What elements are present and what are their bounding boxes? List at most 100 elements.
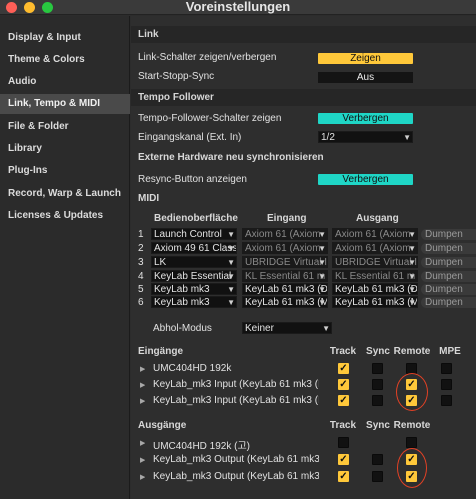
sidebar-item-record-warp-launch[interactable]: Record, Warp & Launch <box>0 184 130 204</box>
outputs-col-sync: Sync <box>366 420 390 431</box>
midi-output-value: KeyLab 61 mk3 (M <box>335 297 418 308</box>
midi-output-select[interactable]: UBRIDGE Virtual I ▼ <box>332 256 418 268</box>
output-track-checkbox[interactable]: ✓ <box>338 454 349 465</box>
output-sync-checkbox[interactable] <box>372 471 383 482</box>
input-track-checkbox[interactable]: ✓ <box>338 395 349 406</box>
input-track-checkbox[interactable]: ✓ <box>338 363 349 374</box>
control-surface-select[interactable]: KeyLab Essential ▼ <box>151 270 237 282</box>
midi-input-select[interactable]: KL Essential 61 m ▼ <box>242 270 328 282</box>
takeover-mode-select[interactable]: Keiner ▼ <box>242 322 332 334</box>
midi-input-select[interactable]: Axiom 61 (Axiom ▼ <box>242 228 328 240</box>
control-surface-select[interactable]: KeyLab mk3 ▼ <box>151 283 237 295</box>
sidebar-item-theme-colors[interactable]: Theme & Colors <box>0 50 130 70</box>
chevron-down-icon: ▼ <box>318 230 326 239</box>
midi-output-value: Axiom 61 (Axiom <box>335 243 411 254</box>
section-header-tempo-follower: Tempo Follower <box>131 89 476 106</box>
midi-input-value: KeyLab 61 mk3 (M <box>245 297 328 308</box>
output-track-checkbox[interactable]: ✓ <box>338 471 349 482</box>
output-port-name: UMC404HD 192k (고) <box>153 441 251 452</box>
midi-input-select[interactable]: UBRIDGE Virtual I ▼ <box>242 256 328 268</box>
takeover-mode-label: Abhol-Modus <box>153 323 212 334</box>
midi-input-select[interactable]: Axiom 61 (Axiom ▼ <box>242 242 328 254</box>
sidebar-item-file-folder[interactable]: File & Folder <box>0 117 130 137</box>
chevron-down-icon: ▼ <box>318 272 326 281</box>
chevron-down-icon: ▼ <box>318 258 326 267</box>
sidebar-item-link-tempo-midi[interactable]: Link, Tempo & MIDI <box>0 94 130 114</box>
input-sync-checkbox[interactable] <box>372 363 383 374</box>
input-mpe-checkbox[interactable] <box>441 395 452 406</box>
sidebar-item-licenses-updates[interactable]: Licenses & Updates <box>0 206 130 226</box>
dump-button[interactable]: Dumpen <box>421 257 476 268</box>
link-toggle-button[interactable]: Zeigen <box>318 53 413 64</box>
output-track-checkbox[interactable] <box>338 437 349 448</box>
control-surface-value: LK <box>154 257 167 268</box>
input-port-name: UMC404HD 192k <box>153 363 232 374</box>
midi-output-select[interactable]: KeyLab 61 mk3 (M ▼ <box>332 296 418 308</box>
input-channel-select[interactable]: 1/2 ▼ <box>318 131 413 143</box>
section-header-link: Link <box>131 26 476 43</box>
dump-button[interactable]: Dumpen <box>421 284 476 295</box>
tempo-follower-toggle-label: Tempo-Follower-Schalter zeigen <box>138 113 282 124</box>
inputs-col-sync: Sync <box>366 346 390 357</box>
disclosure-triangle-icon[interactable]: ▶ <box>140 456 145 464</box>
chevron-down-icon: ▼ <box>318 244 326 253</box>
midi-input-value: KL Essential 61 m <box>245 271 326 282</box>
sidebar-item-display-input[interactable]: Display & Input <box>0 28 130 48</box>
disclosure-triangle-icon[interactable]: ▶ <box>140 381 145 389</box>
control-surface-select[interactable]: Axiom 49 61 Class ▼ <box>151 242 237 254</box>
sidebar: Display & Input Theme & Colors Audio Lin… <box>0 16 130 499</box>
midi-col-input: Eingang <box>267 213 307 224</box>
midi-row-number: 5 <box>138 284 144 295</box>
chevron-down-icon: ▼ <box>408 298 416 307</box>
dump-button[interactable]: Dumpen <box>421 297 476 308</box>
output-remote-checkbox[interactable] <box>406 437 417 448</box>
input-mpe-checkbox[interactable] <box>441 363 452 374</box>
sidebar-item-audio[interactable]: Audio <box>0 72 130 92</box>
start-stop-sync-button[interactable]: Aus <box>318 72 413 83</box>
sidebar-item-plug-ins[interactable]: Plug-Ins <box>0 161 130 181</box>
midi-input-select[interactable]: KeyLab 61 mk3 (M ▼ <box>242 296 328 308</box>
input-channel-value: 1/2 <box>321 132 335 143</box>
disclosure-triangle-icon[interactable]: ▶ <box>140 473 145 481</box>
control-surface-value: KeyLab mk3 <box>154 297 210 308</box>
midi-output-value: KL Essential 61 m <box>335 271 416 282</box>
chevron-down-icon: ▼ <box>227 298 235 307</box>
sidebar-item-library[interactable]: Library <box>0 139 130 159</box>
control-surface-select[interactable]: KeyLab mk3 ▼ <box>151 296 237 308</box>
section-header-resync: Externe Hardware neu synchronisieren <box>138 152 324 163</box>
dump-button[interactable]: Dumpen <box>421 271 476 282</box>
control-surface-select[interactable]: LK ▼ <box>151 256 237 268</box>
input-sync-checkbox[interactable] <box>372 395 383 406</box>
dump-button[interactable]: Dumpen <box>421 243 476 254</box>
outputs-col-remote: Remote <box>393 420 431 431</box>
midi-output-select[interactable]: Axiom 61 (Axiom ▼ <box>332 242 418 254</box>
output-sync-checkbox[interactable] <box>372 454 383 465</box>
input-sync-checkbox[interactable] <box>372 379 383 390</box>
midi-col-output: Ausgang <box>356 213 399 224</box>
disclosure-triangle-icon[interactable]: ▶ <box>140 439 145 447</box>
output-port-name: KeyLab_mk3 Output (KeyLab 61 mk3 ( <box>153 454 319 465</box>
midi-output-select[interactable]: Axiom 61 (Axiom ▼ <box>332 228 418 240</box>
midi-input-select[interactable]: KeyLab 61 mk3 (D ▼ <box>242 283 328 295</box>
midi-row-number: 4 <box>138 271 144 282</box>
chevron-down-icon: ▼ <box>318 285 326 294</box>
tempo-follower-toggle-button[interactable]: Verbergen <box>318 113 413 124</box>
midi-row-number: 6 <box>138 297 144 308</box>
chevron-down-icon: ▼ <box>408 258 416 267</box>
disclosure-triangle-icon[interactable]: ▶ <box>140 397 145 405</box>
disclosure-triangle-icon[interactable]: ▶ <box>140 365 145 373</box>
control-surface-select[interactable]: Launch Control ▼ <box>151 228 237 240</box>
chevron-down-icon: ▼ <box>408 230 416 239</box>
midi-output-select[interactable]: KL Essential 61 m ▼ <box>332 270 418 282</box>
control-surface-value: Axiom 49 61 Class <box>154 243 237 254</box>
input-mpe-checkbox[interactable] <box>441 379 452 390</box>
dump-button[interactable]: Dumpen <box>421 229 476 240</box>
chevron-down-icon: ▼ <box>408 272 416 281</box>
midi-output-select[interactable]: KeyLab 61 mk3 (D ▼ <box>332 283 418 295</box>
resync-toggle-button[interactable]: Verbergen <box>318 174 413 185</box>
section-header-outputs: Ausgänge <box>138 420 187 431</box>
output-port-name: KeyLab_mk3 Output (KeyLab 61 mk3 ( <box>153 471 319 482</box>
input-track-checkbox[interactable]: ✓ <box>338 379 349 390</box>
midi-output-value: Axiom 61 (Axiom <box>335 229 411 240</box>
midi-input-value: Axiom 61 (Axiom <box>245 243 321 254</box>
